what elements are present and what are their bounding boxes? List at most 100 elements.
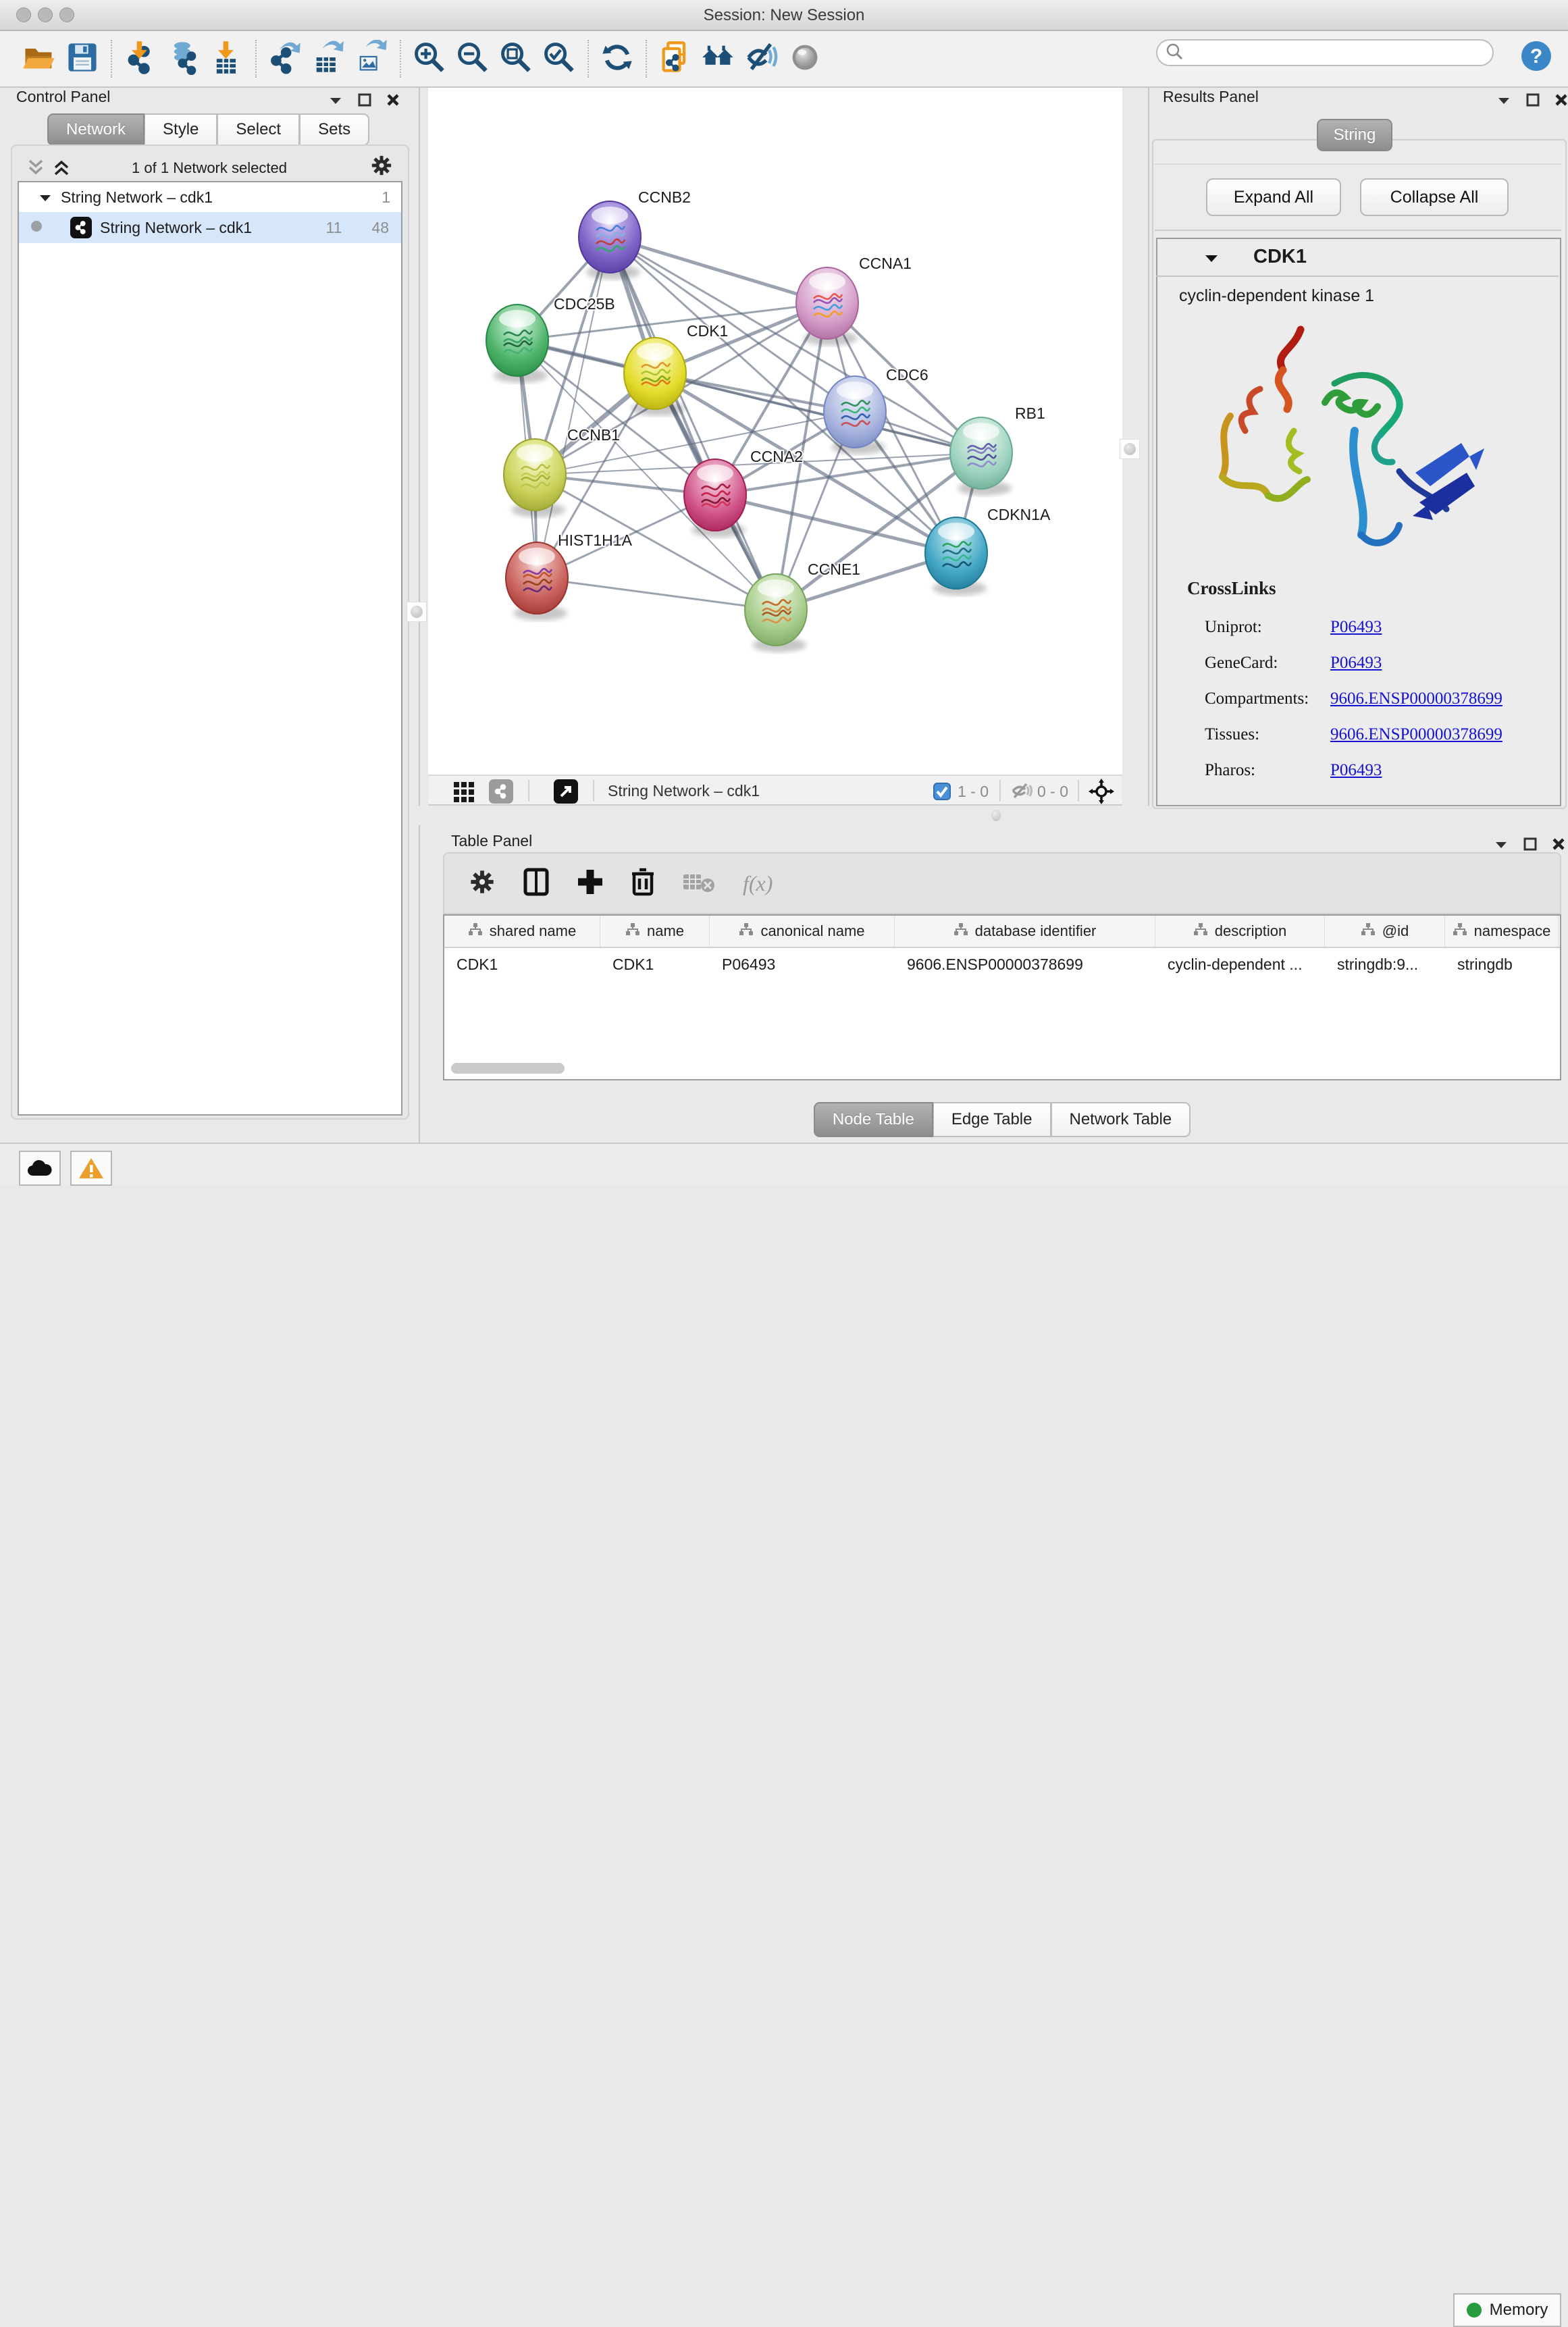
function-builder-icon[interactable]: f(x) xyxy=(743,871,773,896)
column-header-database-identifier[interactable]: database identifier xyxy=(895,916,1155,947)
tab-style[interactable]: Style xyxy=(145,113,217,146)
tab-edge-table[interactable]: Edge Table xyxy=(933,1102,1051,1137)
panel-close-icon[interactable] xyxy=(386,93,400,110)
tab-string[interactable]: String xyxy=(1317,119,1392,151)
panel-menu-icon[interactable] xyxy=(1494,839,1509,852)
node-CCNE1[interactable]: CCNE1 xyxy=(745,560,860,652)
node-label: CCNE1 xyxy=(808,560,860,578)
cloud-icon xyxy=(26,1158,53,1178)
collapse-all-button[interactable]: Collapse All xyxy=(1360,178,1509,216)
warning-status-button[interactable] xyxy=(70,1151,112,1186)
grid-view-icon[interactable] xyxy=(452,781,474,806)
node-RB1[interactable]: RB1 xyxy=(950,404,1045,496)
left-splitter-handle[interactable] xyxy=(407,602,427,622)
hidden-eye-slash-icon[interactable] xyxy=(1010,781,1033,804)
crosslink-value-link[interactable]: 9606.ENSP00000378699 xyxy=(1330,689,1502,708)
column-header-shared-name[interactable]: shared name xyxy=(444,916,600,947)
horizontal-scrollbar-thumb[interactable] xyxy=(451,1063,565,1074)
panel-float-icon[interactable] xyxy=(358,93,371,110)
edge-CCNB2-CCNE1[interactable] xyxy=(610,237,776,610)
right-splitter-handle[interactable] xyxy=(1120,439,1140,459)
crosslink-label: Uniprot: xyxy=(1205,618,1330,637)
memory-ok-icon xyxy=(1467,2303,1482,2318)
apply-layout-button[interactable] xyxy=(596,36,639,82)
toolbar-separator xyxy=(400,40,401,78)
collection-label: String Network – cdk1 xyxy=(61,188,213,207)
column-header-description[interactable]: description xyxy=(1155,916,1325,947)
cloud-status-button[interactable] xyxy=(19,1151,61,1186)
edge-CCNB2-HIST1H1A[interactable] xyxy=(537,237,610,578)
edge-HIST1H1A-CCNE1[interactable] xyxy=(537,578,776,610)
export-image-button[interactable] xyxy=(350,36,393,82)
import-table-file-button[interactable] xyxy=(205,36,249,82)
show-columns-icon[interactable] xyxy=(523,867,550,900)
tree-expand-icon[interactable] xyxy=(38,188,53,207)
memory-button[interactable]: Memory xyxy=(1453,2293,1561,2327)
right-splitter[interactable] xyxy=(1148,88,1149,806)
delete-table-icon[interactable] xyxy=(682,870,716,897)
column-header-canonical-name[interactable]: canonical name xyxy=(710,916,895,947)
search-input[interactable] xyxy=(1183,43,1469,62)
export-table-button[interactable] xyxy=(307,36,350,82)
panel-float-icon[interactable] xyxy=(1526,93,1540,110)
import-network-database-button[interactable] xyxy=(162,36,205,82)
hide-unselected-button[interactable] xyxy=(740,36,783,82)
table-cell: stringdb:9... xyxy=(1325,948,1445,981)
open-file-button[interactable] xyxy=(18,36,61,82)
crosslink-value-link[interactable]: P06493 xyxy=(1330,618,1382,637)
show-all-button[interactable] xyxy=(783,36,827,82)
tab-sets[interactable]: Sets xyxy=(300,113,369,146)
entry-collapse-icon[interactable] xyxy=(1203,253,1220,267)
tab-network[interactable]: Network xyxy=(47,113,145,146)
node-table[interactable]: shared namenamecanonical namedatabase id… xyxy=(443,914,1561,1080)
delete-column-icon[interactable] xyxy=(631,867,655,900)
zoom-in-button[interactable] xyxy=(408,36,451,82)
zoom-out-button[interactable] xyxy=(451,36,494,82)
node-CDC25B[interactable]: CDC25B xyxy=(486,295,615,383)
network-row-selected[interactable]: String Network – cdk1 11 48 xyxy=(19,212,401,243)
node-CCNB2[interactable]: CCNB2 xyxy=(579,188,691,280)
tab-select[interactable]: Select xyxy=(217,113,300,146)
open-in-window-icon[interactable] xyxy=(554,779,578,804)
column-header-name[interactable]: name xyxy=(600,916,710,947)
string-query-button[interactable] xyxy=(697,36,740,82)
search-field[interactable] xyxy=(1156,39,1494,66)
help-button[interactable]: ? xyxy=(1521,41,1552,72)
crosslink-value-link[interactable]: P06493 xyxy=(1330,654,1382,673)
expand-all-icon[interactable] xyxy=(51,157,72,182)
fit-content-crosshair-icon[interactable] xyxy=(1089,779,1114,808)
table-row[interactable]: CDK1CDK1P064939606.ENSP00000378699cyclin… xyxy=(444,948,1560,981)
panel-close-icon[interactable] xyxy=(1554,93,1568,110)
column-header--id[interactable]: @id xyxy=(1325,916,1445,947)
gene-entry-header[interactable]: CDK1 xyxy=(1156,238,1559,277)
tab-node-table[interactable]: Node Table xyxy=(814,1102,933,1137)
view-network-title: String Network – cdk1 xyxy=(608,782,760,800)
panel-menu-icon[interactable] xyxy=(328,95,343,108)
import-table-file-icon xyxy=(209,40,244,78)
horizontal-splitter-handle[interactable] xyxy=(991,810,1001,821)
zoom-selected-button[interactable] xyxy=(538,36,581,82)
network-canvas[interactable]: CCNB2CCNA1CDC25BCDK1CDC6RB1CCNB1CCNA2CDK… xyxy=(428,88,1122,775)
node-CCNA1[interactable]: CCNA1 xyxy=(796,255,912,346)
selected-checkbox-icon[interactable] xyxy=(933,783,951,804)
expand-all-button[interactable]: Expand All xyxy=(1206,178,1341,216)
import-network-file-button[interactable] xyxy=(119,36,162,82)
tab-network-table[interactable]: Network Table xyxy=(1051,1102,1191,1137)
clone-network-button[interactable] xyxy=(654,36,697,82)
edge-CCNB2-CCNA1[interactable] xyxy=(610,237,827,303)
crosslink-value-link[interactable]: P06493 xyxy=(1330,761,1382,780)
network-collection-row[interactable]: String Network – cdk1 1 xyxy=(19,182,401,212)
save-session-button[interactable] xyxy=(61,36,104,82)
zoom-fit-button[interactable] xyxy=(494,36,538,82)
table-options-gear-icon[interactable] xyxy=(469,868,496,899)
string-view-badge-icon[interactable] xyxy=(489,779,513,804)
export-network-button[interactable] xyxy=(263,36,307,82)
crosslink-value-link[interactable]: 9606.ENSP00000378699 xyxy=(1330,725,1502,744)
add-column-icon[interactable] xyxy=(577,868,604,899)
network-options-gear-icon[interactable] xyxy=(370,154,393,180)
column-header-namespace[interactable]: namespace xyxy=(1445,916,1559,947)
panel-menu-icon[interactable] xyxy=(1496,95,1511,108)
node-HIST1H1A[interactable]: HIST1H1A xyxy=(506,531,633,621)
collapse-all-icon[interactable] xyxy=(26,157,46,182)
node-CDKN1A[interactable]: CDKN1A xyxy=(925,506,1051,596)
